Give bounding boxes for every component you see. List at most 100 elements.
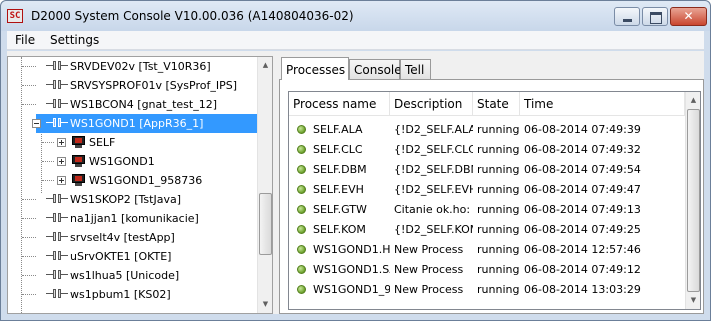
tree-item-label: SRVSYSPROF01v [SysProf_IPS]: [70, 79, 237, 92]
tree-item-srvselt4v[interactable]: srvselt4v [testApp]: [8, 228, 258, 247]
table-row[interactable]: WS1GOND1.HI New Process running 06-08-20…: [289, 239, 685, 259]
table-row[interactable]: SELF.CLC {!D2_SELF.CLC running 06-08-201…: [289, 139, 685, 159]
menu-file[interactable]: File: [15, 33, 35, 47]
cell-process-name: SELF.DBM: [313, 163, 367, 176]
tree-item-usrvokte1[interactable]: uSrvOKTE1 [OKTE]: [8, 247, 258, 266]
cell-process-name: WS1GOND1.SA: [313, 263, 390, 276]
cell-process-name: WS1GOND1.HI: [313, 243, 390, 256]
tree-item-label: WS1GOND1 [AppR36_1]: [70, 117, 204, 130]
table-scrollbar[interactable]: ▲ ▼: [685, 92, 700, 309]
tree-scrollbar[interactable]: ▲ ▼: [257, 57, 272, 313]
tab-processes[interactable]: Processes: [281, 57, 349, 80]
cell-time: 06-08-2014 13:03:29: [524, 283, 641, 296]
cell-process-name: SELF.ALA: [313, 123, 363, 136]
cell-process-name: WS1GOND1_95: [313, 283, 390, 296]
expand-toggle[interactable]: [57, 138, 66, 147]
tree-item-label: na1jjan1 [komunikacie]: [70, 212, 199, 225]
scroll-up-arrow-icon[interactable]: ▲: [686, 92, 700, 109]
table-header: Process name Description State Time: [289, 92, 685, 116]
cell-description: {!D2_SELF.EVH: [394, 183, 473, 196]
cell-time: 06-08-2014 07:49:12: [524, 263, 641, 276]
cell-description: Citanie ok.ho:: [394, 203, 471, 216]
tab-console[interactable]: Console: [349, 59, 402, 79]
cell-description: {!D2_SELF.DBM: [394, 163, 473, 176]
connection-icon: [46, 250, 68, 262]
connection-icon: [46, 79, 68, 91]
cell-time: 06-08-2014 07:49:25: [524, 223, 641, 236]
scroll-down-arrow-icon[interactable]: ▼: [686, 292, 700, 309]
tree-item-ws1pbum1[interactable]: ws1pbum1 [KS02]: [8, 285, 258, 304]
connection-icon: [46, 193, 68, 205]
collapse-toggle[interactable]: [32, 119, 41, 128]
cell-state: running: [477, 243, 520, 256]
tree-item-label: uSrvOKTE1 [OKTE]: [70, 250, 172, 263]
maximize-button[interactable]: [642, 7, 668, 26]
cell-state: running: [477, 143, 520, 156]
app-icon: SC: [7, 9, 23, 23]
scroll-down-arrow-icon[interactable]: ▼: [258, 296, 272, 313]
connection-icon: [46, 231, 68, 243]
table-row[interactable]: SELF.ALA {!D2_SELF.ALA running 06-08-201…: [289, 119, 685, 139]
cell-time: 06-08-2014 07:49:47: [524, 183, 641, 196]
column-header-process-name[interactable]: Process name: [289, 92, 390, 116]
cell-description: New Process: [394, 243, 464, 256]
table-row[interactable]: SELF.KOM {!D2_SELF.KOM running 06-08-201…: [289, 219, 685, 239]
tree-item-label: srvselt4v [testApp]: [70, 231, 175, 244]
client-area: SRVDEV02v [Tst_V10R36] SRVSYSPROF01v [Sy…: [7, 51, 704, 314]
main-window: SC D2000 System Console V10.00.036 (A140…: [0, 0, 711, 321]
monitor-icon: [72, 155, 85, 167]
tree-item-label: WS1GOND1: [89, 155, 155, 168]
title-bar[interactable]: SC D2000 System Console V10.00.036 (A140…: [1, 1, 710, 31]
tab-bar: Processes Console Tell: [279, 57, 704, 80]
connection-icon: [46, 269, 68, 281]
tree-item-self[interactable]: SELF: [8, 133, 258, 152]
connection-icon: [46, 117, 68, 129]
scroll-up-arrow-icon[interactable]: ▲: [258, 57, 272, 74]
minimize-button[interactable]: [614, 7, 640, 26]
cell-description: {!D2_SELF.KOM: [394, 223, 473, 236]
tree-item-ws1gond1-958736[interactable]: WS1GOND1_958736: [8, 171, 258, 190]
column-header-description[interactable]: Description: [390, 92, 473, 116]
tree-item-na1jjan1[interactable]: na1jjan1 [komunikacie]: [8, 209, 258, 228]
expand-toggle[interactable]: [57, 176, 66, 185]
connection-icon: [46, 288, 68, 300]
connection-icon: [46, 60, 68, 72]
cell-process-name: SELF.EVH: [313, 183, 364, 196]
close-button[interactable]: [670, 7, 707, 26]
cell-state: running: [477, 263, 520, 276]
column-header-state[interactable]: State: [473, 92, 520, 116]
cell-time: 06-08-2014 07:49:39: [524, 123, 641, 136]
tree-item-ws1lhua5[interactable]: ws1lhua5 [Unicode]: [8, 266, 258, 285]
tree-item-srvsysprof01v[interactable]: SRVSYSPROF01v [SysProf_IPS]: [8, 76, 258, 95]
expand-toggle[interactable]: [57, 157, 66, 166]
tree-item-ws1gond1[interactable]: WS1GOND1 [AppR36_1]: [36, 114, 258, 133]
table-row[interactable]: WS1GOND1.SA New Process running 06-08-20…: [289, 259, 685, 279]
scroll-thumb[interactable]: [687, 109, 700, 292]
cell-description: {!D2_SELF.ALA: [394, 123, 473, 136]
column-header-time[interactable]: Time: [520, 92, 685, 116]
cell-process-name: SELF.GTW: [313, 203, 367, 216]
table-row[interactable]: WS1GOND1_95 New Process running 06-08-20…: [289, 279, 685, 299]
scroll-thumb[interactable]: [259, 193, 272, 255]
cell-state: running: [477, 283, 520, 296]
cell-state: running: [477, 123, 520, 136]
tree-item-ws1gond1-process[interactable]: WS1GOND1: [8, 152, 258, 171]
cell-description: New Process: [394, 283, 464, 296]
tree-item-srvdev02v[interactable]: SRVDEV02v [Tst_V10R36]: [8, 57, 258, 76]
process-table: Process name Description State Time SELF…: [288, 91, 701, 310]
table-row[interactable]: SELF.EVH {!D2_SELF.EVH running 06-08-201…: [289, 179, 685, 199]
menu-settings[interactable]: Settings: [50, 33, 99, 47]
cell-state: running: [477, 163, 520, 176]
tree-item-label: WS1BCON4 [gnat_test_12]: [70, 98, 217, 111]
monitor-icon: [72, 174, 85, 186]
tree-item-label: WS1SKOP2 [TstJava]: [70, 193, 181, 206]
tab-tell[interactable]: Tell: [400, 59, 431, 79]
tree-item-ws1bcon4[interactable]: WS1BCON4 [gnat_test_12]: [8, 95, 258, 114]
server-tree[interactable]: SRVDEV02v [Tst_V10R36] SRVSYSPROF01v [Sy…: [7, 56, 273, 314]
tree-item-label: WS1GOND1_958736: [89, 174, 203, 187]
table-row[interactable]: SELF.GTW Citanie ok.ho: running 06-08-20…: [289, 199, 685, 219]
menu-bar: File Settings: [7, 31, 704, 50]
table-row[interactable]: SELF.DBM {!D2_SELF.DBM running 06-08-201…: [289, 159, 685, 179]
cell-time: 06-08-2014 07:49:32: [524, 143, 641, 156]
tree-item-ws1skop2[interactable]: WS1SKOP2 [TstJava]: [8, 190, 258, 209]
